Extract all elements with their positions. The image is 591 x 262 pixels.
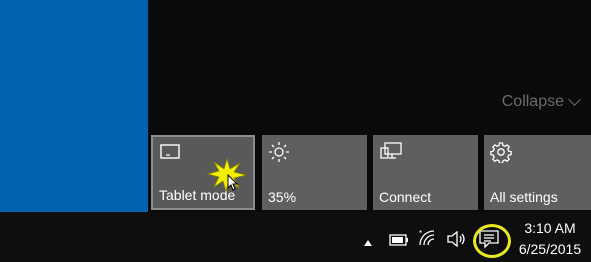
taskbar-clock[interactable]: 3:10 AM 6/25/2015 xyxy=(514,220,586,257)
desktop-background xyxy=(0,0,148,212)
tile-label: Connect xyxy=(379,189,432,205)
volume-icon[interactable] xyxy=(446,230,466,252)
wifi-icon[interactable]: * xyxy=(418,229,438,252)
brightness-tile[interactable]: 35% xyxy=(262,135,367,210)
action-center-icon[interactable] xyxy=(478,229,500,254)
tile-label: All settings xyxy=(490,189,558,205)
battery-icon[interactable] xyxy=(389,233,409,251)
connect-tile[interactable]: Connect xyxy=(373,135,478,210)
svg-text:*: * xyxy=(419,229,422,238)
click-highlight-starburst-icon xyxy=(206,157,247,193)
clock-date: 6/25/2015 xyxy=(518,241,582,257)
chevron-down-icon xyxy=(568,93,581,106)
all-settings-tile[interactable]: All settings xyxy=(484,135,591,210)
tablet-mode-icon xyxy=(159,143,181,166)
collapse-label: Collapse xyxy=(501,93,564,110)
clock-time: 3:10 AM xyxy=(524,220,576,236)
settings-gear-icon xyxy=(490,141,512,168)
show-hidden-icons-icon[interactable] xyxy=(363,234,373,252)
tile-label: 35% xyxy=(268,189,297,205)
connect-icon xyxy=(379,141,403,166)
collapse-button[interactable]: Collapse xyxy=(501,93,581,111)
taskbar xyxy=(0,212,591,262)
brightness-icon xyxy=(268,141,290,168)
